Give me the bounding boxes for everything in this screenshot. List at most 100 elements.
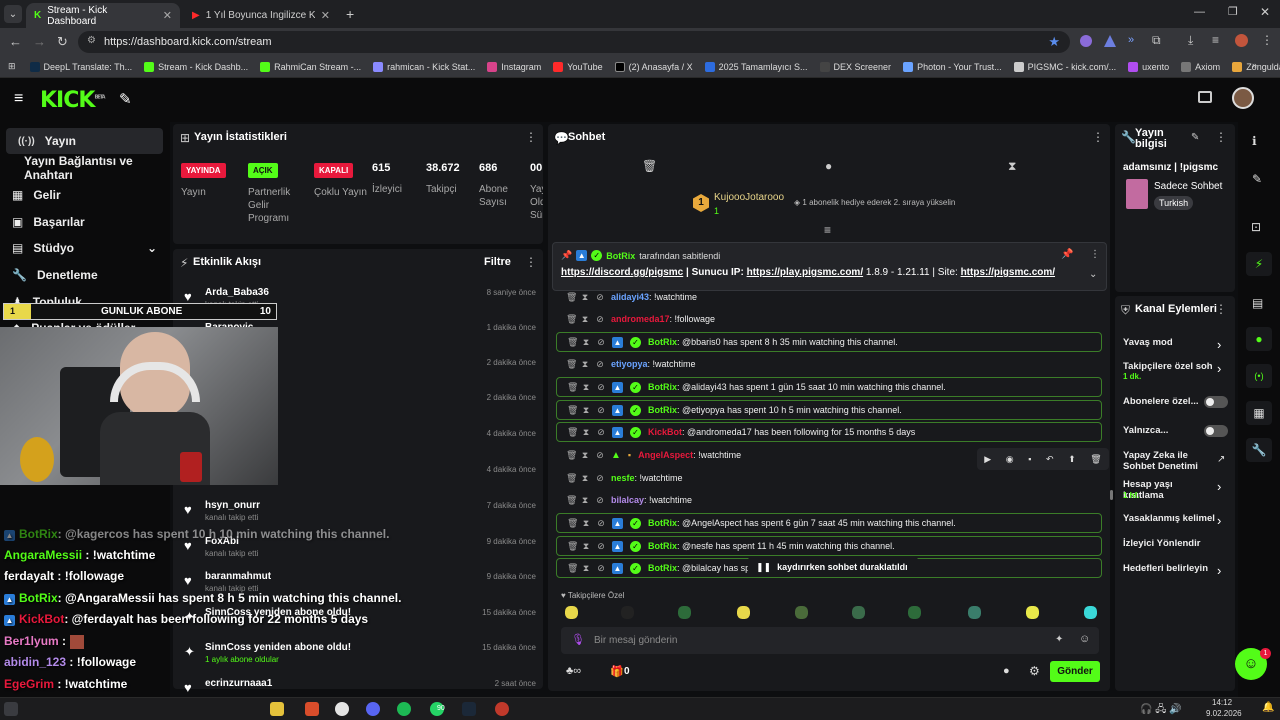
bookmark[interactable]: (2) Anasayfa / X <box>614 61 693 72</box>
ban-icon[interactable]: ⊘ <box>597 518 605 529</box>
wrench-icon[interactable]: 🔧 <box>1246 438 1272 462</box>
apps-grid-icon[interactable]: ⊞ <box>8 61 16 72</box>
play-icon[interactable]: ▶ <box>984 454 991 465</box>
minimize-icon[interactable]: — <box>1194 6 1205 18</box>
ban-icon[interactable]: ⊘ <box>597 382 605 393</box>
browser-menu-icon[interactable]: ⋮ <box>1261 33 1273 47</box>
bookmark[interactable]: uxento <box>1128 61 1169 72</box>
discord-link[interactable]: https://discord.gg/pigsmc <box>561 267 683 278</box>
ban-icon[interactable]: ⊘ <box>596 495 604 506</box>
edit-icon[interactable]: ✎ <box>1252 172 1262 186</box>
ban-icon[interactable]: ⊘ <box>596 450 604 461</box>
chevron-right-icon[interactable]: › <box>1217 563 1221 578</box>
pin-icon[interactable]: ⬆ <box>1068 454 1076 465</box>
chat-message[interactable]: 🗑 ⧗ ⊘ alidayi43: !watchtime <box>556 287 1102 307</box>
chat-message-input[interactable]: 🎙 Bir mesaj gönderin ✦ ☺ <box>561 627 1099 654</box>
back-icon[interactable]: ← <box>9 34 22 49</box>
channel-action-item[interactable]: Takipçilere özel soh 1 dk. › <box>1115 361 1235 385</box>
bookmark-star-icon[interactable]: ★ <box>1048 34 1060 50</box>
channel-action-item[interactable]: Yasaklanmış kelimel › <box>1115 513 1235 537</box>
bookmark[interactable]: PIGSMC - kick.com/... <box>1013 61 1116 72</box>
trash-icon[interactable]: 🗑 <box>566 450 577 461</box>
profile-avatar[interactable] <box>1235 34 1248 47</box>
channel-action-item[interactable]: Hesap yaşı kısıtlama 1 hf. › <box>1115 479 1235 503</box>
reading-list-icon[interactable]: ≡ <box>1212 33 1219 47</box>
tab-youtube[interactable]: ▶ 1 Yıl Boyunca İngilizce Konuşma ✕ <box>184 3 338 28</box>
chat-message[interactable]: 🗑 ⧗ ⊘ etiyopya: !watchtime <box>556 354 1102 374</box>
document-icon[interactable]: ▤ <box>1252 296 1263 310</box>
ban-icon[interactable]: ⊘ <box>597 427 605 438</box>
toggle-switch[interactable] <box>1204 396 1228 408</box>
info-icon[interactable]: ℹ <box>1252 134 1257 148</box>
timeout-icon[interactable]: ⧗ <box>581 292 589 303</box>
collapse-icon[interactable]: ≡ <box>824 223 831 237</box>
emoji-icon[interactable]: ☺ <box>1079 633 1090 645</box>
obs-icon[interactable] <box>495 702 509 716</box>
trash-icon[interactable]: 🗑 <box>566 314 577 325</box>
chrome-icon[interactable] <box>335 702 349 716</box>
timeout-icon[interactable]: ⧗ <box>582 427 590 438</box>
channel-action-item[interactable]: İzleyici Yönlendir <box>1115 538 1235 562</box>
category-name[interactable]: Sadece Sohbet <box>1154 181 1222 192</box>
timeout-icon[interactable]: ⧗ <box>582 563 590 574</box>
steam-icon[interactable] <box>462 702 476 716</box>
pin-tool-icon[interactable]: ✎ <box>119 90 132 108</box>
channel-points-icon[interactable]: ♣∞ <box>566 665 581 677</box>
close-tab-icon[interactable]: ✕ <box>321 9 330 22</box>
timeout-icon[interactable]: ⧗ <box>582 382 590 393</box>
chat-message[interactable]: 🗑 ⧗ ⊘ ▲ ✓ BotRix: @AngelAspect has spent 6 gü… <box>556 513 1102 533</box>
file-explorer-icon[interactable] <box>270 702 284 716</box>
chat-scrollbar[interactable] <box>1110 490 1113 500</box>
bookmark[interactable]: YouTube <box>553 61 603 72</box>
chat-message[interactable]: 🗑 ⧗ ⊘ andromeda17: !followage <box>556 309 1102 329</box>
more-options-icon[interactable]: ⋮ <box>525 255 537 269</box>
capture-icon[interactable]: ⊡ <box>1251 220 1261 234</box>
activity-item[interactable]: ♥ ecrinzurnaaa1 2 saat önce <box>180 674 540 694</box>
broadcast-icon[interactable]: (•) <box>1246 364 1272 388</box>
delete-icon[interactable]: ▪ <box>1028 454 1031 464</box>
site-link[interactable]: https://pigsmc.com/ <box>961 267 1055 278</box>
start-icon[interactable] <box>4 702 18 716</box>
send-button[interactable]: Gönder <box>1050 661 1100 682</box>
ban-icon[interactable]: ⊘ <box>597 563 605 574</box>
extension-icon[interactable]: » <box>1128 34 1134 46</box>
ban-icon[interactable]: ⊘ <box>596 473 604 484</box>
trash-icon[interactable]: 🗑 <box>567 382 578 393</box>
filter-button[interactable]: Filtre <box>484 256 511 268</box>
reply-icon[interactable]: ◉ <box>1006 454 1014 465</box>
more-bookmarks-icon[interactable]: » <box>1252 60 1257 70</box>
panels-icon[interactable]: ▦ <box>1246 401 1272 425</box>
emote-button[interactable] <box>908 606 921 619</box>
timeout-icon[interactable]: ⧗ <box>581 473 589 484</box>
extension-icon[interactable] <box>1080 35 1092 47</box>
timeout-icon[interactable]: ⧗ <box>581 450 589 461</box>
system-tray-icons[interactable]: 🎧 🖧 🔊 <box>1140 702 1182 719</box>
bookmark[interactable]: Instagram <box>487 61 541 72</box>
app-icon[interactable] <box>305 702 319 716</box>
tab-kick-dashboard[interactable]: K Stream - Kick Dashboard ✕ <box>26 3 180 28</box>
chat-bubble-icon[interactable]: ● <box>825 159 832 173</box>
chevron-right-icon[interactable]: › <box>1217 337 1221 352</box>
bookmark[interactable]: 2025 Tamamlayıcı S... <box>704 61 808 72</box>
close-tab-icon[interactable]: ✕ <box>163 9 172 22</box>
gift-icon[interactable]: 🎁 <box>610 665 624 678</box>
server-link[interactable]: https://play.pigsmc.com/ <box>747 267 864 278</box>
chat-message[interactable]: 🗑 ⧗ ⊘ nesfe: !watchtime <box>556 468 1102 488</box>
maximize-icon[interactable]: ❐ <box>1228 5 1238 18</box>
trash-icon[interactable]: 🗑 <box>567 541 578 552</box>
sidebar-item-denetleme[interactable]: 🔧 Denetleme <box>0 262 165 288</box>
activity-item[interactable]: ✦ SinnCoss yeniden abone oldu! 1 aylık abo… <box>180 638 540 674</box>
ban-icon[interactable]: ⊘ <box>596 292 604 303</box>
chevron-right-icon[interactable]: › <box>1217 513 1221 528</box>
channel-action-item[interactable]: Hedefleri belirleyin › <box>1115 563 1235 587</box>
bookmark[interactable]: DeepL Translate: Th... <box>29 61 132 72</box>
ban-icon[interactable]: ⊘ <box>597 337 605 348</box>
site-info-icon[interactable]: ⚙ <box>87 35 96 46</box>
trash-icon[interactable]: 🗑 <box>566 495 577 506</box>
spotify-icon[interactable] <box>397 702 411 716</box>
emote-button[interactable] <box>795 606 808 619</box>
emote-button[interactable] <box>1026 606 1039 619</box>
trash-icon[interactable]: 🗑 <box>566 473 577 484</box>
chat-message[interactable]: 🗑 ⧗ ⊘ ▲ ✓ BotRix: @alidayi43 has spent 1 gün … <box>556 377 1102 397</box>
url-input[interactable]: ⚙ https://dashboard.kick.com/stream ★ <box>78 31 1070 53</box>
